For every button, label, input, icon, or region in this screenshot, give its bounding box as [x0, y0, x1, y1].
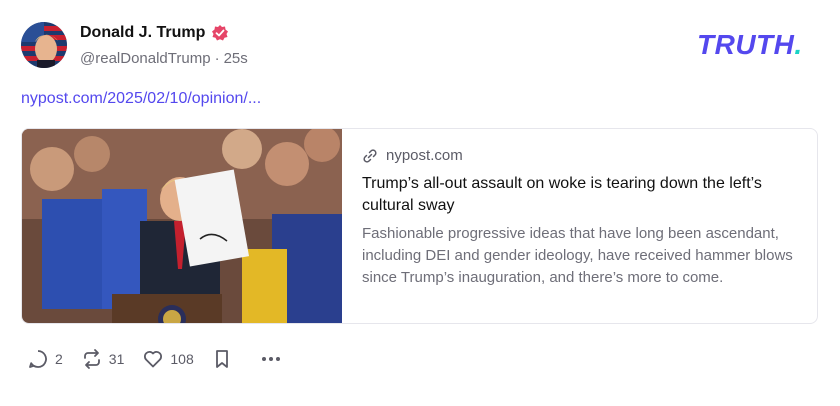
- bookmark-button[interactable]: [212, 348, 232, 370]
- retruth-button[interactable]: 31: [81, 348, 125, 370]
- author-meta: @realDonaldTrump · 25s: [80, 50, 248, 67]
- logo-dot: .: [794, 29, 803, 60]
- reply-button[interactable]: 2: [27, 348, 63, 370]
- retruth-icon: [83, 349, 100, 369]
- card-thumbnail: [22, 129, 342, 323]
- bookmark-icon: [215, 350, 228, 368]
- heart-icon: [144, 351, 163, 368]
- logo-text: TRUTH: [697, 29, 795, 60]
- post-actions: 2 31 108: [27, 348, 280, 370]
- author-avatar[interactable]: [21, 22, 67, 68]
- truth-logo[interactable]: TRUTH.: [697, 30, 803, 60]
- link-icon: [362, 148, 378, 164]
- author-handle[interactable]: @realDonaldTrump: [80, 50, 211, 67]
- card-description: Fashionable progressive ideas that have …: [362, 225, 793, 286]
- post-timestamp[interactable]: 25s: [224, 50, 248, 67]
- link-preview-card[interactable]: nypost.com Trump’s all-out assault on wo…: [21, 128, 818, 324]
- card-body: nypost.com Trump’s all-out assault on wo…: [342, 129, 817, 323]
- card-domain-row: nypost.com: [362, 147, 795, 164]
- more-dot: [275, 357, 280, 361]
- post-link[interactable]: nypost.com/2025/02/10/opinion/...: [21, 90, 261, 108]
- card-title: Trump’s all-out assault on woke is teari…: [362, 175, 762, 214]
- more-dot: [268, 357, 273, 361]
- like-button[interactable]: 108: [142, 348, 194, 370]
- verified-badge-icon: [211, 24, 229, 42]
- reply-icon: [29, 350, 47, 368]
- reply-count: 2: [55, 351, 63, 367]
- more-dot: [261, 357, 266, 361]
- like-count: 108: [170, 351, 194, 367]
- retruth-count: 31: [108, 351, 125, 367]
- more-icon[interactable]: [261, 357, 280, 361]
- meta-separator: ·: [214, 50, 220, 67]
- author-name[interactable]: Donald J. Trump: [80, 24, 229, 42]
- author-name-text: Donald J. Trump: [80, 24, 206, 41]
- card-domain: nypost.com: [386, 147, 463, 164]
